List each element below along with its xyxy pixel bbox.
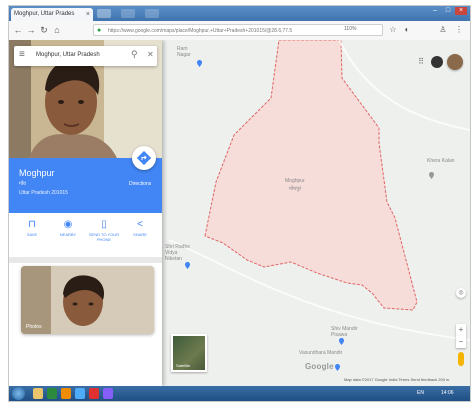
satellite-toggle[interactable]: Satellite: [171, 334, 207, 372]
place-label: Shiv Mandir Pisawa: [331, 326, 358, 338]
chrome-icon[interactable]: [89, 388, 99, 399]
search-input[interactable]: Moghpur, Uttar Pradesh: [36, 52, 100, 58]
send-to-phone-button[interactable]: ▯ SEND TO YOUR PHONE: [87, 218, 121, 252]
save-button[interactable]: ⊓ SAVE: [15, 218, 49, 252]
place-label: Vasundhara Mandir: [299, 350, 343, 356]
area-label: Moghpur: [285, 178, 305, 184]
profile-icon[interactable]: ♙: [437, 24, 449, 36]
language-indicator[interactable]: EN: [417, 390, 424, 396]
directions-icon: [137, 151, 151, 165]
place-header: Moghpur गाँव Uttar Pradesh 201015 Direct…: [9, 146, 162, 213]
explorer-icon[interactable]: [33, 388, 43, 399]
more-menu-icon[interactable]: ⋮: [453, 24, 465, 36]
start-button[interactable]: [12, 387, 25, 400]
pegman-icon[interactable]: [458, 352, 464, 366]
forward-icon[interactable]: →: [25, 24, 37, 36]
zoom-level: 110%: [344, 26, 357, 32]
lock-icon: ●: [97, 27, 102, 34]
place-label: Ram Nagar: [177, 46, 191, 58]
reload-icon[interactable]: ↻: [38, 24, 50, 36]
window-close-icon[interactable]: ×: [455, 7, 467, 15]
tab-strip: Moghpur, Uttar Prades × – □ ×: [9, 6, 470, 21]
phone-icon: ▯: [101, 219, 107, 230]
avatar[interactable]: [447, 54, 463, 70]
clock[interactable]: 14:06: [441, 390, 454, 396]
extension-icon[interactable]: ◐: [401, 24, 413, 36]
browser-tab[interactable]: Moghpur, Uttar Prades ×: [11, 8, 93, 21]
divider: [9, 257, 162, 263]
photos-card[interactable]: Photos: [21, 266, 154, 334]
search-icon[interactable]: ⚲: [131, 49, 138, 60]
tab-placeholder: [145, 9, 159, 18]
map-canvas[interactable]: Moghpur मोघपुर Ram Nagar Khera Kalan Shr…: [9, 40, 470, 386]
app-icon[interactable]: [75, 388, 85, 399]
tab-close-icon[interactable]: ×: [86, 8, 90, 21]
directions-button[interactable]: [132, 146, 156, 170]
place-type: गाँव: [19, 181, 26, 187]
browser-window: Moghpur, Uttar Prades × – □ × ← → ↻ ⌂ ● …: [8, 5, 471, 402]
bookmark-icon: ⊓: [28, 219, 36, 230]
place-name: Moghpur: [19, 168, 55, 178]
tab-placeholder: [121, 9, 135, 18]
place-pin-icon[interactable]: [197, 60, 202, 67]
directions-label: Directions: [129, 181, 152, 187]
place-label: Khera Kalan: [427, 158, 455, 164]
photos-label: Photos: [26, 324, 42, 330]
maximize-icon[interactable]: □: [442, 7, 454, 15]
address-bar: ← → ↻ ⌂ ● https://www.google.com/maps/pl…: [9, 21, 470, 41]
back-icon[interactable]: ←: [12, 24, 24, 36]
action-row: ⊓ SAVE ◉ NEARBY ▯ SEND TO YOUR PHONE < S…: [9, 213, 162, 255]
menu-icon[interactable]: ≡: [19, 49, 25, 60]
place-pin-icon[interactable]: [429, 172, 434, 179]
home-icon[interactable]: ⌂: [51, 24, 63, 36]
app-icon[interactable]: [103, 388, 113, 399]
taskbar: EN 14:06: [9, 386, 470, 401]
zoom-in-button[interactable]: +: [456, 324, 466, 336]
notifications-icon[interactable]: [431, 56, 443, 68]
place-pin-icon[interactable]: [335, 364, 340, 371]
place-panel: ≡ Moghpur, Uttar Pradesh ⚲ ✕ Moghpur गाँ…: [9, 40, 162, 386]
share-button[interactable]: < SHARE: [123, 218, 157, 252]
google-logo: Google: [305, 362, 334, 371]
place-label: Shri Radhe Vidya Niketan: [165, 244, 191, 262]
place-pin-icon[interactable]: [185, 262, 190, 269]
my-location-icon[interactable]: ◎: [456, 288, 466, 298]
url-field[interactable]: ● https://www.google.com/maps/place/Mogh…: [93, 24, 383, 36]
app-icon[interactable]: [47, 388, 57, 399]
apps-grid-icon[interactable]: ⠿: [415, 56, 427, 68]
zoom-out-button[interactable]: −: [456, 336, 466, 348]
star-icon[interactable]: ☆: [387, 24, 399, 36]
nearby-button[interactable]: ◉ NEARBY: [51, 218, 85, 252]
share-icon: <: [137, 219, 143, 230]
place-pin-icon[interactable]: [339, 338, 344, 345]
url-text: https://www.google.com/maps/place/Moghpu…: [108, 28, 293, 34]
satellite-label: Satellite: [176, 363, 191, 368]
nearby-icon: ◉: [63, 219, 73, 230]
tab-title: Moghpur, Uttar Prades: [14, 11, 75, 17]
close-icon[interactable]: ✕: [147, 50, 154, 59]
minimize-icon[interactable]: –: [429, 7, 441, 15]
app-icon[interactable]: [61, 388, 71, 399]
search-box[interactable]: ≡ Moghpur, Uttar Pradesh ⚲ ✕: [14, 46, 157, 66]
map-footer: Map data ©2017 Google India Terms Send f…: [344, 377, 450, 382]
place-address: Uttar Pradesh 201015: [19, 190, 68, 196]
new-tab-button[interactable]: [97, 9, 111, 18]
area-label-local: मोघपुर: [289, 186, 302, 192]
